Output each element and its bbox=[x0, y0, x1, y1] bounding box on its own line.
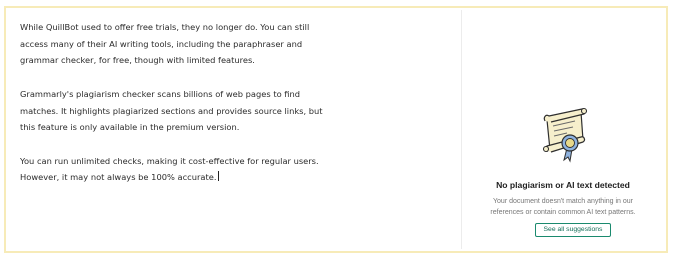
paragraph[interactable]: While QuillBot used to offer free trials… bbox=[20, 19, 462, 69]
panel-description: Your document doesn't match anything in … bbox=[490, 198, 636, 216]
plagiarism-panel: No plagiarism or AI text detected Your d… bbox=[462, 10, 664, 251]
document-frame: While QuillBot used to offer free trials… bbox=[4, 6, 668, 253]
paragraph-text[interactable]: You can run unlimited checks, making it … bbox=[20, 156, 319, 183]
paragraph[interactable]: Grammarly's plagiarism checker scans bil… bbox=[20, 86, 462, 136]
see-all-suggestions-button[interactable]: See all suggestions bbox=[535, 223, 611, 237]
text-editor[interactable]: While QuillBot used to offer free trials… bbox=[8, 10, 462, 251]
paragraph[interactable]: You can run unlimited checks, making it … bbox=[20, 153, 462, 186]
panel-title: No plagiarism or AI text detected bbox=[496, 180, 630, 190]
text-cursor bbox=[217, 171, 219, 182]
scroll-with-ribbon-icon bbox=[542, 107, 588, 163]
